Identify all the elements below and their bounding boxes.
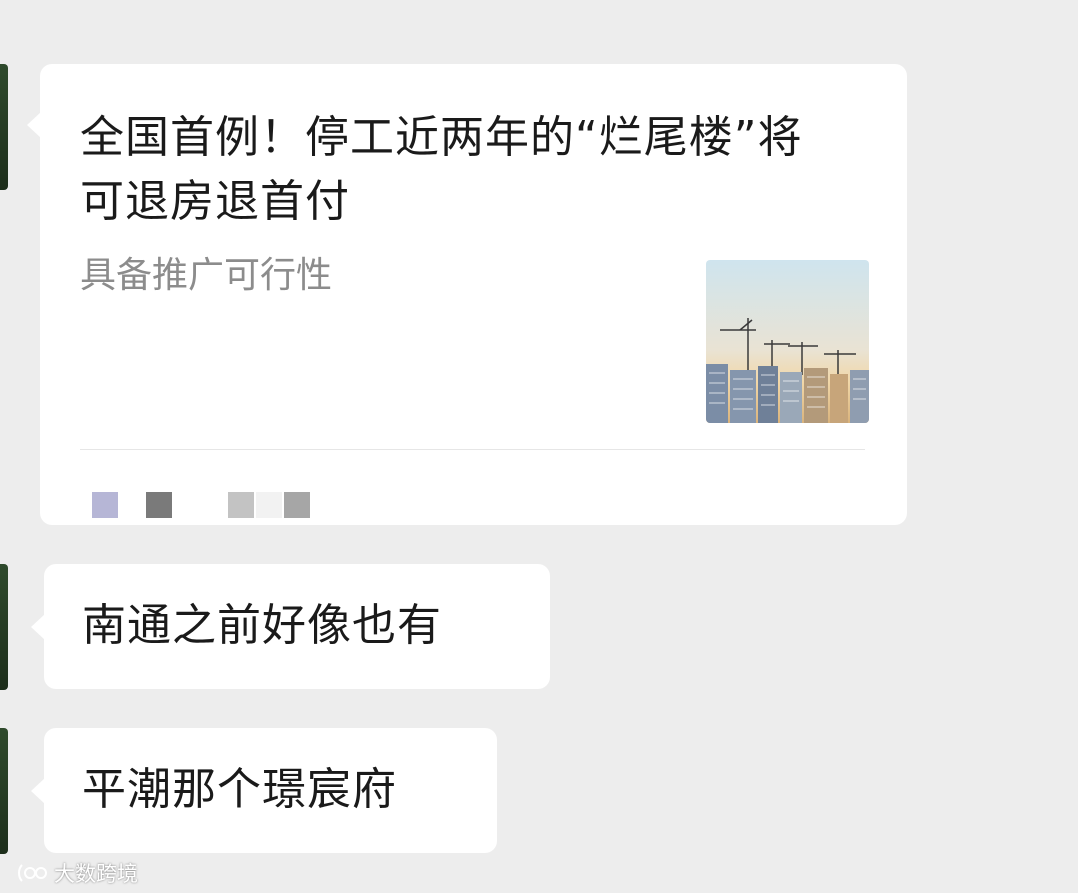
watermark-logo-icon — [18, 864, 47, 882]
message-text: 平潮那个璟宸府 — [82, 764, 397, 815]
blurred-block — [228, 492, 254, 518]
article-description: 具备推广可行性 — [80, 255, 333, 296]
sender-avatar[interactable] — [0, 564, 8, 690]
shared-article-card[interactable]: 全国首例！停工近两年的“烂尾楼”将可退房退首付 具备推广可行性 — [27, 64, 907, 525]
article-title: 全国首例！停工近两年的“烂尾楼”将可退房退首付 — [80, 112, 803, 227]
article-thumbnail — [706, 260, 869, 423]
watermark: 大数跨境 — [16, 858, 138, 888]
watermark-text: 大数跨境 — [54, 862, 138, 886]
chat-message[interactable]: 平潮那个璟宸府 — [31, 728, 497, 853]
sender-avatar[interactable] — [0, 64, 8, 190]
blurred-block — [146, 492, 172, 518]
blurred-block — [284, 492, 310, 518]
sender-avatar[interactable] — [0, 728, 8, 854]
card-divider — [80, 449, 865, 450]
blurred-block — [92, 492, 118, 518]
blurred-block — [256, 492, 282, 518]
message-text: 南通之前好像也有 — [82, 600, 442, 651]
chat-message[interactable]: 南通之前好像也有 — [31, 564, 550, 689]
